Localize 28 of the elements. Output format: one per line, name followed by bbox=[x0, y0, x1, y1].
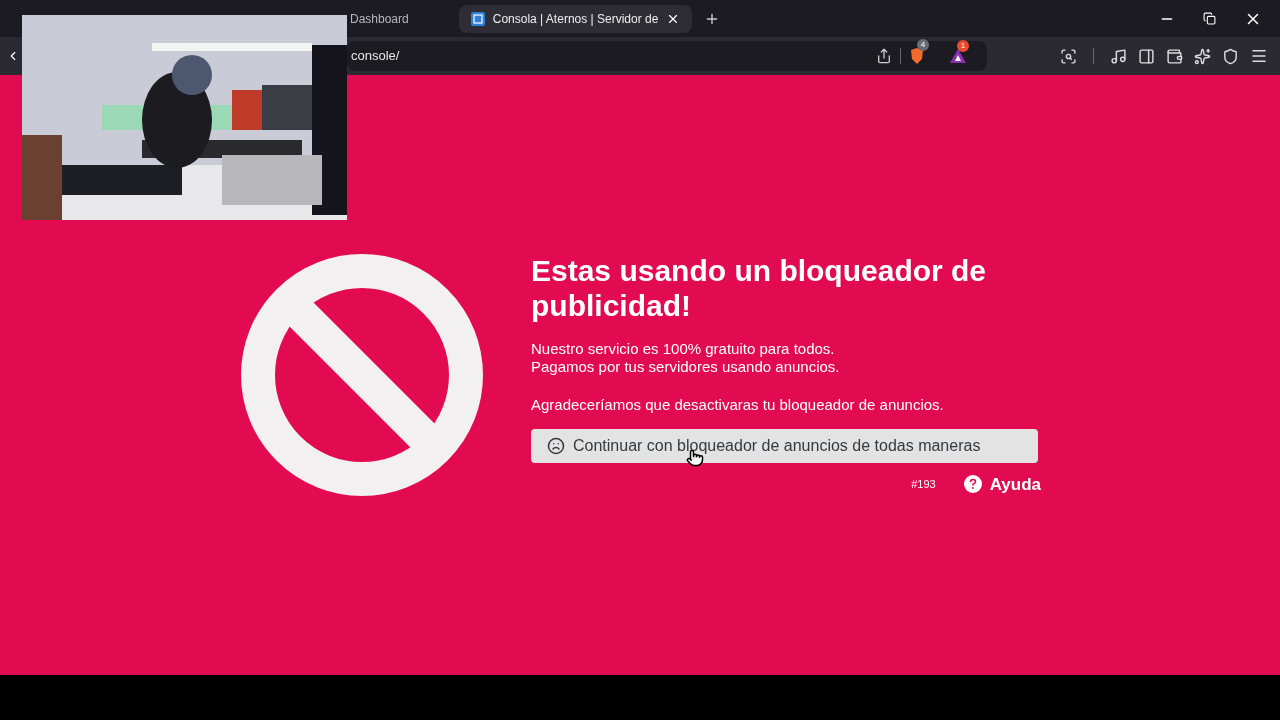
info-text: Pagamos por tus servidores usando anuncios. bbox=[531, 358, 841, 376]
browser-tab[interactable]: Dashboard bbox=[350, 4, 409, 33]
browser-tab[interactable]: Consola | Aternos | Servidor de bbox=[458, 4, 693, 33]
music-icon[interactable] bbox=[1110, 47, 1127, 65]
menu-icon[interactable] bbox=[1250, 47, 1268, 65]
blocked-icon bbox=[241, 254, 483, 496]
help-icon bbox=[963, 475, 982, 494]
page-title: Estas usando un bloqueador de publicidad! bbox=[531, 253, 988, 323]
address-text: console/ bbox=[351, 47, 400, 66]
restore-icon[interactable] bbox=[1203, 12, 1216, 25]
reader-icon[interactable] bbox=[1060, 47, 1077, 65]
sad-face-icon bbox=[547, 436, 565, 455]
shield-icon[interactable] bbox=[1222, 47, 1239, 65]
address-bar[interactable]: console/ 4 1 bbox=[347, 41, 987, 71]
help-link[interactable]: Ayuda bbox=[963, 471, 1041, 497]
code-text: #193 bbox=[911, 477, 936, 492]
triangle-icon[interactable] bbox=[949, 48, 967, 64]
info-text: Nuestro servicio es 100% gratuito para todos. bbox=[531, 340, 836, 358]
request-text: Agradeceríamos que desactivaras tu bloqueador de anuncios. bbox=[531, 395, 945, 415]
share-icon[interactable] bbox=[876, 48, 892, 64]
sidebar-icon[interactable] bbox=[1138, 47, 1155, 65]
shield-lion-icon[interactable] bbox=[909, 47, 925, 65]
shields-count: 4 bbox=[917, 39, 929, 51]
rewards-count: 1 bbox=[957, 40, 969, 52]
sparkle-icon[interactable] bbox=[1194, 47, 1211, 65]
site-icon bbox=[470, 11, 485, 26]
wallet-icon[interactable] bbox=[1166, 47, 1183, 65]
continue-button[interactable]: Continuar con bloqueador de anuncios de todas maneras bbox=[531, 428, 1038, 463]
